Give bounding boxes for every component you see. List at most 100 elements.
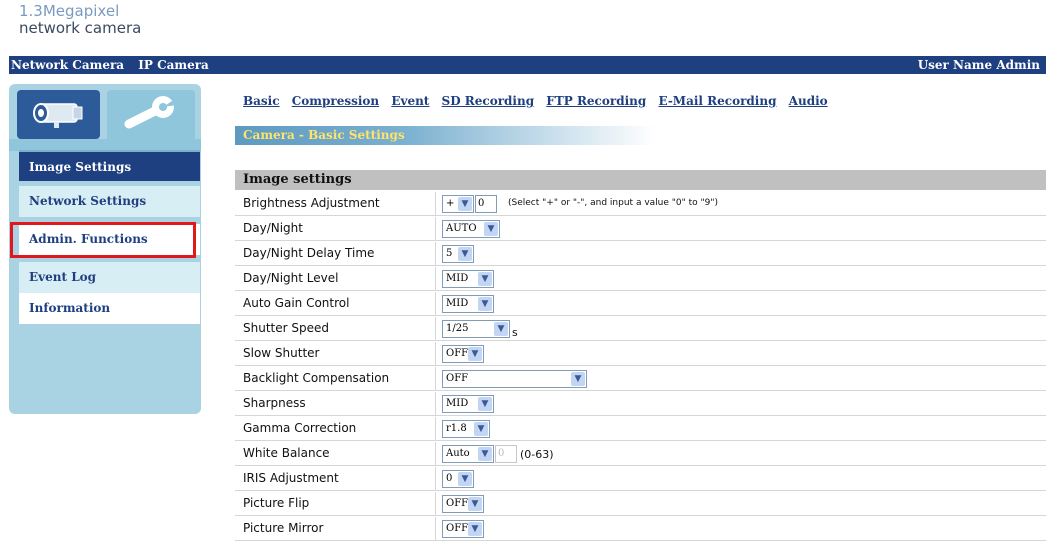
chevron-down-icon: ▼ (494, 322, 508, 336)
row-divider (435, 317, 436, 341)
row-auto-gain: Auto Gain Control MID ▼ (235, 292, 1046, 316)
chevron-down-icon: ▼ (468, 347, 482, 361)
day-night-level-select[interactable]: MID ▼ (442, 270, 494, 288)
sidebar-item-image-settings[interactable]: Image Settings (19, 150, 200, 181)
day-night-delay-select[interactable]: 5 ▼ (442, 245, 474, 263)
row-divider (435, 292, 436, 316)
brightness-sign-select[interactable]: + ▼ (442, 195, 474, 213)
day-night-select[interactable]: AUTO ▼ (442, 220, 500, 238)
gamma-label: Gamma Correction (243, 421, 357, 435)
row-divider (435, 517, 436, 541)
row-day-night: Day/Night AUTO ▼ (235, 217, 1046, 241)
row-divider (435, 442, 436, 466)
chevron-down-icon: ▼ (458, 472, 472, 486)
sub-navigation: Basic Compression Event SD Recording FTP… (243, 94, 836, 108)
chevron-down-icon: ▼ (458, 197, 472, 211)
subnav-compression[interactable]: Compression (292, 94, 379, 108)
sharpness-label: Sharpness (243, 396, 306, 410)
logo-line-2: network camera (19, 19, 142, 37)
auto-gain-select[interactable]: MID ▼ (442, 295, 494, 313)
brightness-note: (Select "+" or "-", and input a value "0… (508, 198, 719, 208)
shutter-speed-unit: s (512, 326, 518, 339)
day-night-delay-label: Day/Night Delay Time (243, 246, 375, 260)
row-white-balance: White Balance Auto ▼ 0 (0-63) (235, 442, 1046, 466)
day-night-value: AUTO (446, 223, 477, 234)
white-balance-value: Auto (446, 448, 470, 459)
day-night-level-value: MID (446, 273, 469, 284)
highlight-admin-functions (10, 222, 196, 258)
picture-mirror-select[interactable]: OFF ▼ (442, 520, 484, 538)
picture-mirror-label: Picture Mirror (243, 521, 324, 535)
row-sharpness: Sharpness MID ▼ (235, 392, 1046, 416)
sidebar-item-network-settings[interactable]: Network Settings (19, 186, 200, 217)
row-divider (435, 367, 436, 391)
topbar-network-camera: Network Camera (11, 58, 125, 72)
product-logo: 1.3Megapixel network camera (19, 3, 141, 36)
top-nav-bar: Network Camera IP Camera User Name Admin (9, 56, 1046, 74)
subnav-sd-recording[interactable]: SD Recording (442, 94, 535, 108)
brightness-sign-value: + (446, 198, 455, 209)
slow-shutter-value: OFF (446, 348, 469, 359)
picture-flip-value: OFF (446, 498, 469, 509)
gamma-select[interactable]: r1.8 ▼ (442, 420, 490, 438)
iris-select[interactable]: 0 ▼ (442, 470, 474, 488)
subnav-ftp-recording[interactable]: FTP Recording (546, 94, 646, 108)
chevron-down-icon: ▼ (468, 497, 482, 511)
row-day-night-level: Day/Night Level MID ▼ (235, 267, 1046, 291)
row-backlight: Backlight Compensation OFF ▼ (235, 367, 1046, 391)
slow-shutter-select[interactable]: OFF ▼ (442, 345, 484, 363)
subnav-audio[interactable]: Audio (789, 94, 828, 108)
row-divider (435, 242, 436, 266)
gamma-value: r1.8 (446, 423, 467, 434)
row-divider (435, 267, 436, 291)
sharpness-select[interactable]: MID ▼ (442, 395, 494, 413)
subnav-basic[interactable]: Basic (243, 94, 280, 108)
white-balance-select[interactable]: Auto ▼ (442, 445, 494, 463)
row-divider (435, 192, 436, 216)
row-divider (435, 417, 436, 441)
chevron-down-icon: ▼ (468, 522, 482, 536)
chevron-down-icon: ▼ (458, 247, 472, 261)
picture-flip-label: Picture Flip (243, 496, 310, 510)
logo-line-1: 1.3Megapixel (19, 2, 120, 20)
chevron-down-icon: ▼ (484, 222, 498, 236)
shutter-speed-value: 1/25 (446, 323, 469, 334)
subnav-event[interactable]: Event (391, 94, 429, 108)
chevron-down-icon: ▼ (478, 447, 492, 461)
sidebar-item-information[interactable]: Information (19, 293, 200, 324)
chevron-down-icon: ▼ (478, 297, 492, 311)
row-brightness: Brightness Adjustment + ▼ 0 (Select "+" o… (235, 192, 1046, 216)
camera-tab[interactable] (17, 90, 100, 139)
row-divider (435, 342, 436, 366)
sidebar-item-event-log[interactable]: Event Log (19, 262, 200, 293)
shutter-speed-label: Shutter Speed (243, 321, 329, 335)
camera-icon (33, 103, 83, 128)
row-picture-mirror: Picture Mirror OFF ▼ (235, 517, 1046, 541)
backlight-label: Backlight Compensation (243, 371, 390, 385)
backlight-select[interactable]: OFF ▼ (442, 370, 587, 388)
brightness-label: Brightness Adjustment (243, 196, 380, 210)
day-night-delay-value: 5 (446, 248, 453, 259)
row-iris: IRIS Adjustment 0 ▼ (235, 467, 1046, 491)
tools-tab[interactable] (107, 90, 195, 148)
topbar-ip-camera: IP Camera (138, 58, 209, 72)
row-divider (435, 392, 436, 416)
white-balance-value-input[interactable]: 0 (495, 445, 517, 463)
subnav-email-recording[interactable]: E-Mail Recording (658, 94, 776, 108)
picture-mirror-value: OFF (446, 523, 469, 534)
picture-flip-select[interactable]: OFF ▼ (442, 495, 484, 513)
iris-value: 0 (446, 473, 453, 484)
chevron-down-icon: ▼ (478, 272, 492, 286)
row-slow-shutter: Slow Shutter OFF ▼ (235, 342, 1046, 366)
row-shutter-speed: Shutter Speed 1/25 ▼ s (235, 317, 1046, 341)
backlight-value: OFF (446, 373, 469, 384)
brightness-value-input[interactable]: 0 (475, 195, 497, 213)
row-divider (435, 492, 436, 516)
shutter-speed-select[interactable]: 1/25 ▼ (442, 320, 510, 338)
row-picture-flip: Picture Flip OFF ▼ (235, 492, 1046, 516)
chevron-down-icon: ▼ (478, 397, 492, 411)
auto-gain-label: Auto Gain Control (243, 296, 350, 310)
row-divider (435, 467, 436, 491)
section-title: Camera - Basic Settings (235, 126, 655, 145)
day-night-label: Day/Night (243, 221, 303, 235)
